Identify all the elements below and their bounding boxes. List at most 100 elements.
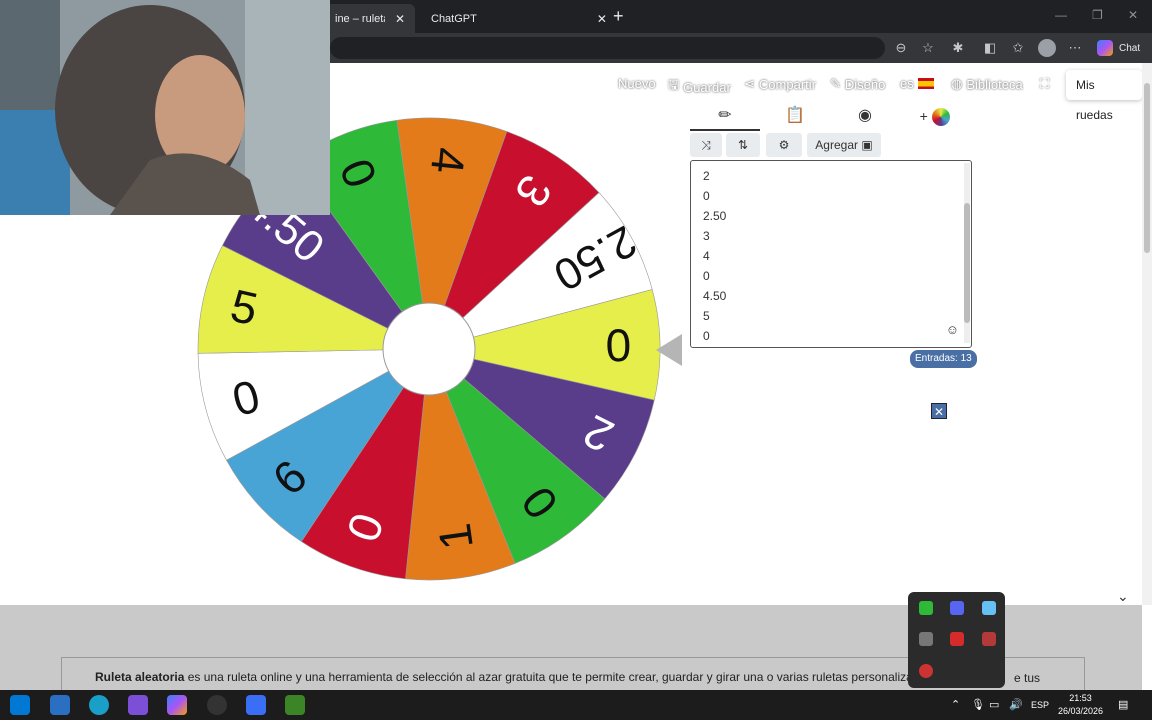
language-indicator[interactable]: ESP	[1031, 700, 1049, 710]
guardar-label: Guardar	[683, 79, 731, 95]
tab-hidden[interactable]: ◉	[830, 103, 900, 131]
biblioteca-button[interactable]: ◍ Biblioteca	[951, 76, 1023, 92]
guardar-button[interactable]: 🖫 Guardar	[668, 76, 731, 98]
tab-ruleta[interactable]: ine – ruleta de ✕	[325, 4, 415, 33]
tab-add-color[interactable]: +	[900, 103, 970, 131]
spain-flag-icon	[917, 78, 934, 89]
mis-ruedas-button[interactable]: Mis ruedas	[1066, 70, 1142, 122]
copilot-button[interactable]: Chat	[1097, 40, 1140, 56]
more-icon[interactable]: ⋯	[1067, 40, 1083, 56]
split-screen-icon[interactable]: ◧	[982, 40, 998, 56]
obs-icon[interactable]	[207, 695, 227, 715]
reader-icon[interactable]: ⊖	[893, 40, 909, 56]
epic-icon[interactable]	[919, 632, 933, 646]
app-circle-icon[interactable]	[919, 664, 933, 678]
outlook-icon[interactable]	[50, 695, 70, 715]
page-scrollbar[interactable]	[1142, 63, 1152, 605]
shield-icon[interactable]	[919, 601, 933, 615]
share-icon: ⋖	[744, 76, 755, 91]
biblioteca-label: Biblioteca	[966, 76, 1023, 92]
chevron-up-icon[interactable]: ⌃	[951, 698, 960, 711]
webcam-overlay	[0, 0, 330, 215]
tab-results[interactable]: 📋	[760, 103, 830, 131]
agregar-label: Agregar	[815, 138, 858, 152]
microphone-icon[interactable]: 🎙	[971, 698, 985, 711]
close-icon[interactable]: ✕	[597, 12, 607, 26]
settings-button[interactable]: ⚙	[766, 133, 802, 157]
windows-start-icon[interactable]	[10, 695, 30, 715]
minimize-icon[interactable]: —	[1055, 8, 1067, 22]
tray-overflow-popup	[908, 592, 1005, 688]
pencil-icon: ✎	[830, 76, 841, 91]
volume-icon[interactable]: 🔊	[1009, 698, 1023, 711]
color-wheel-icon	[932, 107, 951, 126]
gear-icon: ⚙	[778, 138, 790, 152]
copilot-icon[interactable]	[167, 695, 187, 715]
maximize-icon[interactable]: ❐	[1092, 8, 1103, 22]
entries-scrollbar[interactable]	[964, 163, 970, 343]
notifications-icon[interactable]: ▤	[1118, 698, 1128, 711]
app-blue-icon[interactable]	[246, 695, 266, 715]
discord-icon[interactable]	[950, 601, 964, 615]
sort-icon: ⇅	[737, 138, 749, 152]
favorite-icon[interactable]: ☆	[920, 40, 936, 56]
copilot-label: Chat	[1119, 42, 1141, 54]
list-item: 2	[703, 169, 710, 183]
diseno-button[interactable]: ✎ Diseño	[830, 76, 885, 92]
description-tail: e tus	[1014, 671, 1041, 685]
list-item: 2.50	[703, 209, 727, 223]
window-close-icon[interactable]: ✕	[1128, 8, 1138, 22]
entries-textarea[interactable]: 2 0 2.50 3 4 0 4.50 5 0 ☺	[690, 160, 972, 348]
steam-icon[interactable]	[982, 601, 996, 615]
list-item: 4.50	[703, 289, 727, 303]
windows-taskbar: ⌃ 🎙 ▭ 🔊 ESP 21:53 26/03/2026 ▤	[0, 690, 1152, 720]
app-red-icon[interactable]	[950, 632, 964, 646]
globe-icon: ◍	[951, 76, 963, 91]
profile-avatar[interactable]	[1038, 39, 1056, 57]
new-tab-icon[interactable]: +	[613, 6, 624, 27]
wheel-hub[interactable]	[382, 302, 476, 396]
chevron-down-icon[interactable]: ⌄	[1117, 588, 1129, 605]
clipboard-icon: 📋	[785, 107, 805, 124]
address-input[interactable]	[330, 37, 885, 59]
nuevo-button[interactable]: Nuevo	[618, 76, 656, 91]
extensions-icon[interactable]: ✱	[950, 40, 966, 56]
tab-chatgpt[interactable]: ChatGPT ✕	[415, 4, 607, 33]
language-label: es	[900, 76, 914, 91]
list-item: 0	[703, 329, 710, 343]
taskbar-clock[interactable]: 21:53 26/03/2026	[1058, 692, 1103, 718]
valorant-icon[interactable]	[982, 632, 996, 646]
language-button[interactable]: es	[900, 76, 934, 91]
tab-edit[interactable]: ✏	[690, 103, 760, 131]
description-body: es una ruleta online y una herramienta d…	[184, 670, 983, 684]
compartir-label: Compartir	[758, 76, 816, 92]
minecraft-icon[interactable]	[285, 695, 305, 715]
agregar-button[interactable]: Agregar ▣	[807, 133, 881, 157]
plus-icon: +	[919, 108, 928, 124]
compartir-button[interactable]: ⋖ Compartir	[744, 76, 816, 92]
eye-off-icon: ◉	[858, 107, 872, 124]
close-icon[interactable]: ✕	[931, 403, 947, 419]
shuffle-icon: ⤨	[701, 138, 711, 152]
fullscreen-icon[interactable]: ⛶	[1040, 76, 1049, 92]
wheel-segment-label: 4	[421, 145, 475, 176]
app-icon[interactable]	[128, 695, 148, 715]
sort-button[interactable]: ⇅	[726, 133, 760, 157]
emoji-icon[interactable]: ☺	[946, 322, 959, 337]
favorites-icon[interactable]: ✩	[1010, 40, 1026, 56]
entries-count-badge: Entradas: 13	[910, 350, 977, 368]
edit-icon: ✏	[718, 107, 732, 124]
wheel-pointer-icon	[656, 334, 682, 366]
edge-icon[interactable]	[89, 695, 109, 715]
diseno-label: Diseño	[844, 76, 886, 92]
list-item: 4	[703, 249, 710, 263]
close-icon[interactable]: ✕	[395, 12, 405, 26]
tab-title: ChatGPT	[431, 12, 477, 25]
copilot-icon	[1097, 40, 1113, 56]
list-item: 5	[703, 309, 710, 323]
wheel-segment-label: 0	[605, 319, 632, 371]
tab-title: ine – ruleta de	[335, 12, 385, 25]
network-icon[interactable]: ▭	[989, 698, 999, 711]
shuffle-button[interactable]: ⤨	[690, 133, 722, 157]
list-item: 0	[703, 189, 710, 203]
